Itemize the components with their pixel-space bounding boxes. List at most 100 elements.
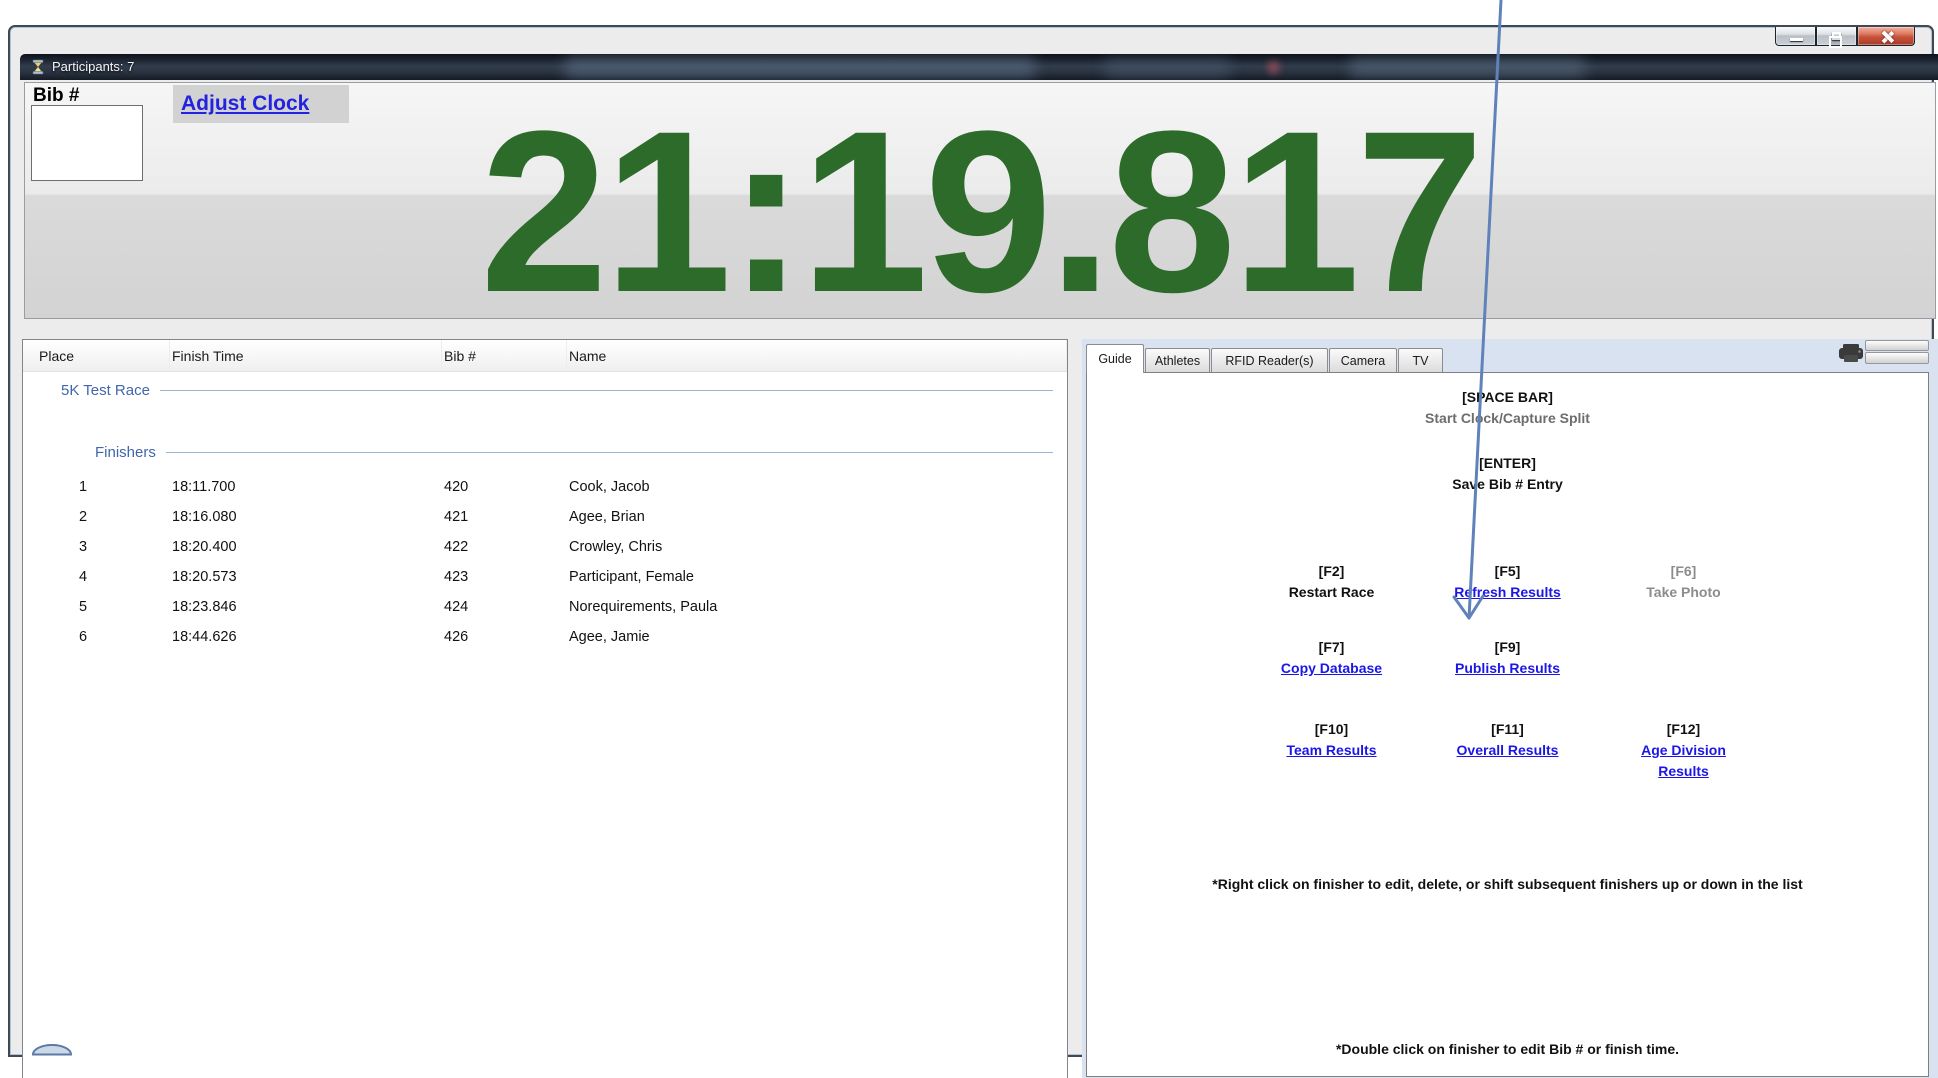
hotkey-f11: [F11] Overall Results [1420, 719, 1596, 782]
right-tab-panel: Guide Athletes RFID Reader(s) Camera TV … [1082, 339, 1938, 1078]
results-table-header: Place Finish Time Bib # Name [23, 340, 1067, 372]
spacebar-key-label: [SPACE BAR] [1087, 387, 1928, 408]
hotkey-f2: [F2] Restart Race [1244, 561, 1420, 607]
table-row[interactable]: 5 18:23.846 424 Norequirements, Paula [23, 592, 1067, 622]
finisher-bib: 424 [442, 592, 567, 622]
spacebar-shortcut: [SPACE BAR] Start Clock/Capture Split [1087, 387, 1928, 429]
panel-button-top[interactable] [1865, 340, 1929, 351]
table-row[interactable]: 6 18:44.626 426 Agee, Jamie [23, 622, 1067, 652]
enter-shortcut: [ENTER] Save Bib # Entry [1087, 453, 1928, 495]
race-group-header: 5K Test Race [23, 380, 1067, 400]
finisher-time: 18:20.573 [170, 562, 442, 592]
tab-athletes[interactable]: Athletes [1145, 348, 1210, 372]
finisher-name: Cook, Jacob [567, 472, 1067, 502]
window-title: Participants: 7 [52, 59, 134, 74]
titlebar-blur-patch [1350, 59, 1585, 76]
restore-button[interactable] [1816, 27, 1857, 46]
table-row[interactable]: 1 18:11.700 420 Cook, Jacob [23, 472, 1067, 502]
age-division-results-link[interactable]: Age Division Results [1624, 740, 1744, 782]
finisher-place: 3 [23, 532, 170, 562]
hotkey-f10: [F10] Team Results [1244, 719, 1420, 782]
double-click-note: *Double click on finisher to edit Bib # … [1087, 1041, 1928, 1057]
overall-results-link[interactable]: Overall Results [1457, 740, 1559, 761]
hotkey-f9: [F9] Publish Results [1420, 637, 1596, 683]
finisher-name: Participant, Female [567, 562, 1067, 592]
tab-rfid-readers[interactable]: RFID Reader(s) [1211, 348, 1328, 372]
finisher-time: 18:23.846 [170, 592, 442, 622]
finishers-panel: Place Finish Time Bib # Name 5K Test Rac… [22, 339, 1068, 1078]
enter-action-label: Save Bib # Entry [1087, 474, 1928, 495]
minimize-icon [1790, 38, 1803, 41]
finisher-bib: 420 [442, 472, 567, 502]
finisher-place: 4 [23, 562, 170, 592]
f9-key-label: [F9] [1420, 637, 1596, 658]
column-header-bib[interactable]: Bib # [442, 340, 567, 371]
race-group-label: 5K Test Race [61, 382, 150, 399]
titlebar: Participants: 7 [20, 54, 1938, 80]
clock-section: Bib # Adjust Clock 21:19.817 [24, 82, 1936, 319]
group-divider-line [166, 452, 1053, 453]
tab-camera[interactable]: Camera [1329, 348, 1397, 372]
finisher-place: 2 [23, 502, 170, 532]
refresh-results-link[interactable]: Refresh Results [1454, 582, 1561, 603]
hourglass-app-icon [30, 59, 46, 75]
finisher-name: Agee, Jamie [567, 622, 1067, 652]
column-header-finish-time[interactable]: Finish Time [170, 340, 442, 371]
printer-icon[interactable] [1838, 344, 1864, 363]
enter-key-label: [ENTER] [1087, 453, 1928, 474]
screenshot-stage: Participants: 7 Bib # Adjust Clock 21:19… [0, 0, 1938, 1078]
f10-key-label: [F10] [1244, 719, 1420, 740]
close-icon [1881, 31, 1893, 43]
finisher-bib: 421 [442, 502, 567, 532]
f2-key-label: [F2] [1244, 561, 1420, 582]
finisher-name: Norequirements, Paula [567, 592, 1067, 622]
race-clock-display: 21:19.817 [25, 83, 1935, 318]
publish-results-link[interactable]: Publish Results [1455, 658, 1560, 679]
finisher-bib: 422 [442, 532, 567, 562]
titlebar-blur-patch [565, 58, 1035, 77]
hotkey-empty [1596, 637, 1772, 683]
finisher-place: 5 [23, 592, 170, 622]
finisher-place: 1 [23, 472, 170, 502]
team-results-link[interactable]: Team Results [1287, 740, 1377, 761]
finisher-time: 18:44.626 [170, 622, 442, 652]
tab-tv[interactable]: TV [1398, 348, 1443, 372]
table-row[interactable]: 3 18:20.400 422 Crowley, Chris [23, 532, 1067, 562]
column-header-name[interactable]: Name [567, 340, 1067, 371]
finisher-time: 18:16.080 [170, 502, 442, 532]
group-divider-line [160, 390, 1053, 391]
window-controls [1775, 27, 1915, 46]
finisher-bib: 423 [442, 562, 567, 592]
app-window: Participants: 7 Bib # Adjust Clock 21:19… [8, 25, 1934, 1057]
finisher-bib: 426 [442, 622, 567, 652]
titlebar-blur-patch [1105, 60, 1230, 76]
table-row[interactable]: 4 18:20.573 423 Participant, Female [23, 562, 1067, 592]
spacebar-action-label: Start Clock/Capture Split [1087, 408, 1928, 429]
guide-tab-content: [SPACE BAR] Start Clock/Capture Split [E… [1086, 372, 1929, 1077]
finisher-name: Crowley, Chris [567, 532, 1067, 562]
finisher-rows: 1 18:11.700 420 Cook, Jacob 2 18:16.080 … [23, 472, 1067, 652]
titlebar-blur-patch [1268, 62, 1279, 73]
finisher-place: 6 [23, 622, 170, 652]
hotkey-f6: [F6] Take Photo [1596, 561, 1772, 607]
hotkey-f12: [F12] Age Division Results [1596, 719, 1772, 782]
panel-button-bottom[interactable] [1865, 352, 1929, 364]
restore-icon [1832, 32, 1841, 40]
finisher-time: 18:11.700 [170, 472, 442, 502]
tab-guide[interactable]: Guide [1086, 344, 1144, 373]
hotkey-f7: [F7] Copy Database [1244, 637, 1420, 683]
hotkey-grid: [F2] Restart Race [F5] Refresh Results [… [1244, 561, 1772, 782]
column-header-place[interactable]: Place [23, 340, 170, 371]
f5-key-label: [F5] [1420, 561, 1596, 582]
finishers-group-header: Finishers [23, 442, 1067, 462]
close-button[interactable] [1857, 27, 1915, 46]
f7-key-label: [F7] [1244, 637, 1420, 658]
restart-race-label: Restart Race [1244, 582, 1420, 603]
table-row[interactable]: 2 18:16.080 421 Agee, Brian [23, 502, 1067, 532]
finishers-group-label: Finishers [95, 444, 156, 461]
hotkey-f5: [F5] Refresh Results [1420, 561, 1596, 607]
take-photo-label: Take Photo [1596, 582, 1772, 603]
copy-database-link[interactable]: Copy Database [1281, 658, 1382, 679]
minimize-button[interactable] [1775, 27, 1816, 46]
f6-key-label: [F6] [1596, 561, 1772, 582]
